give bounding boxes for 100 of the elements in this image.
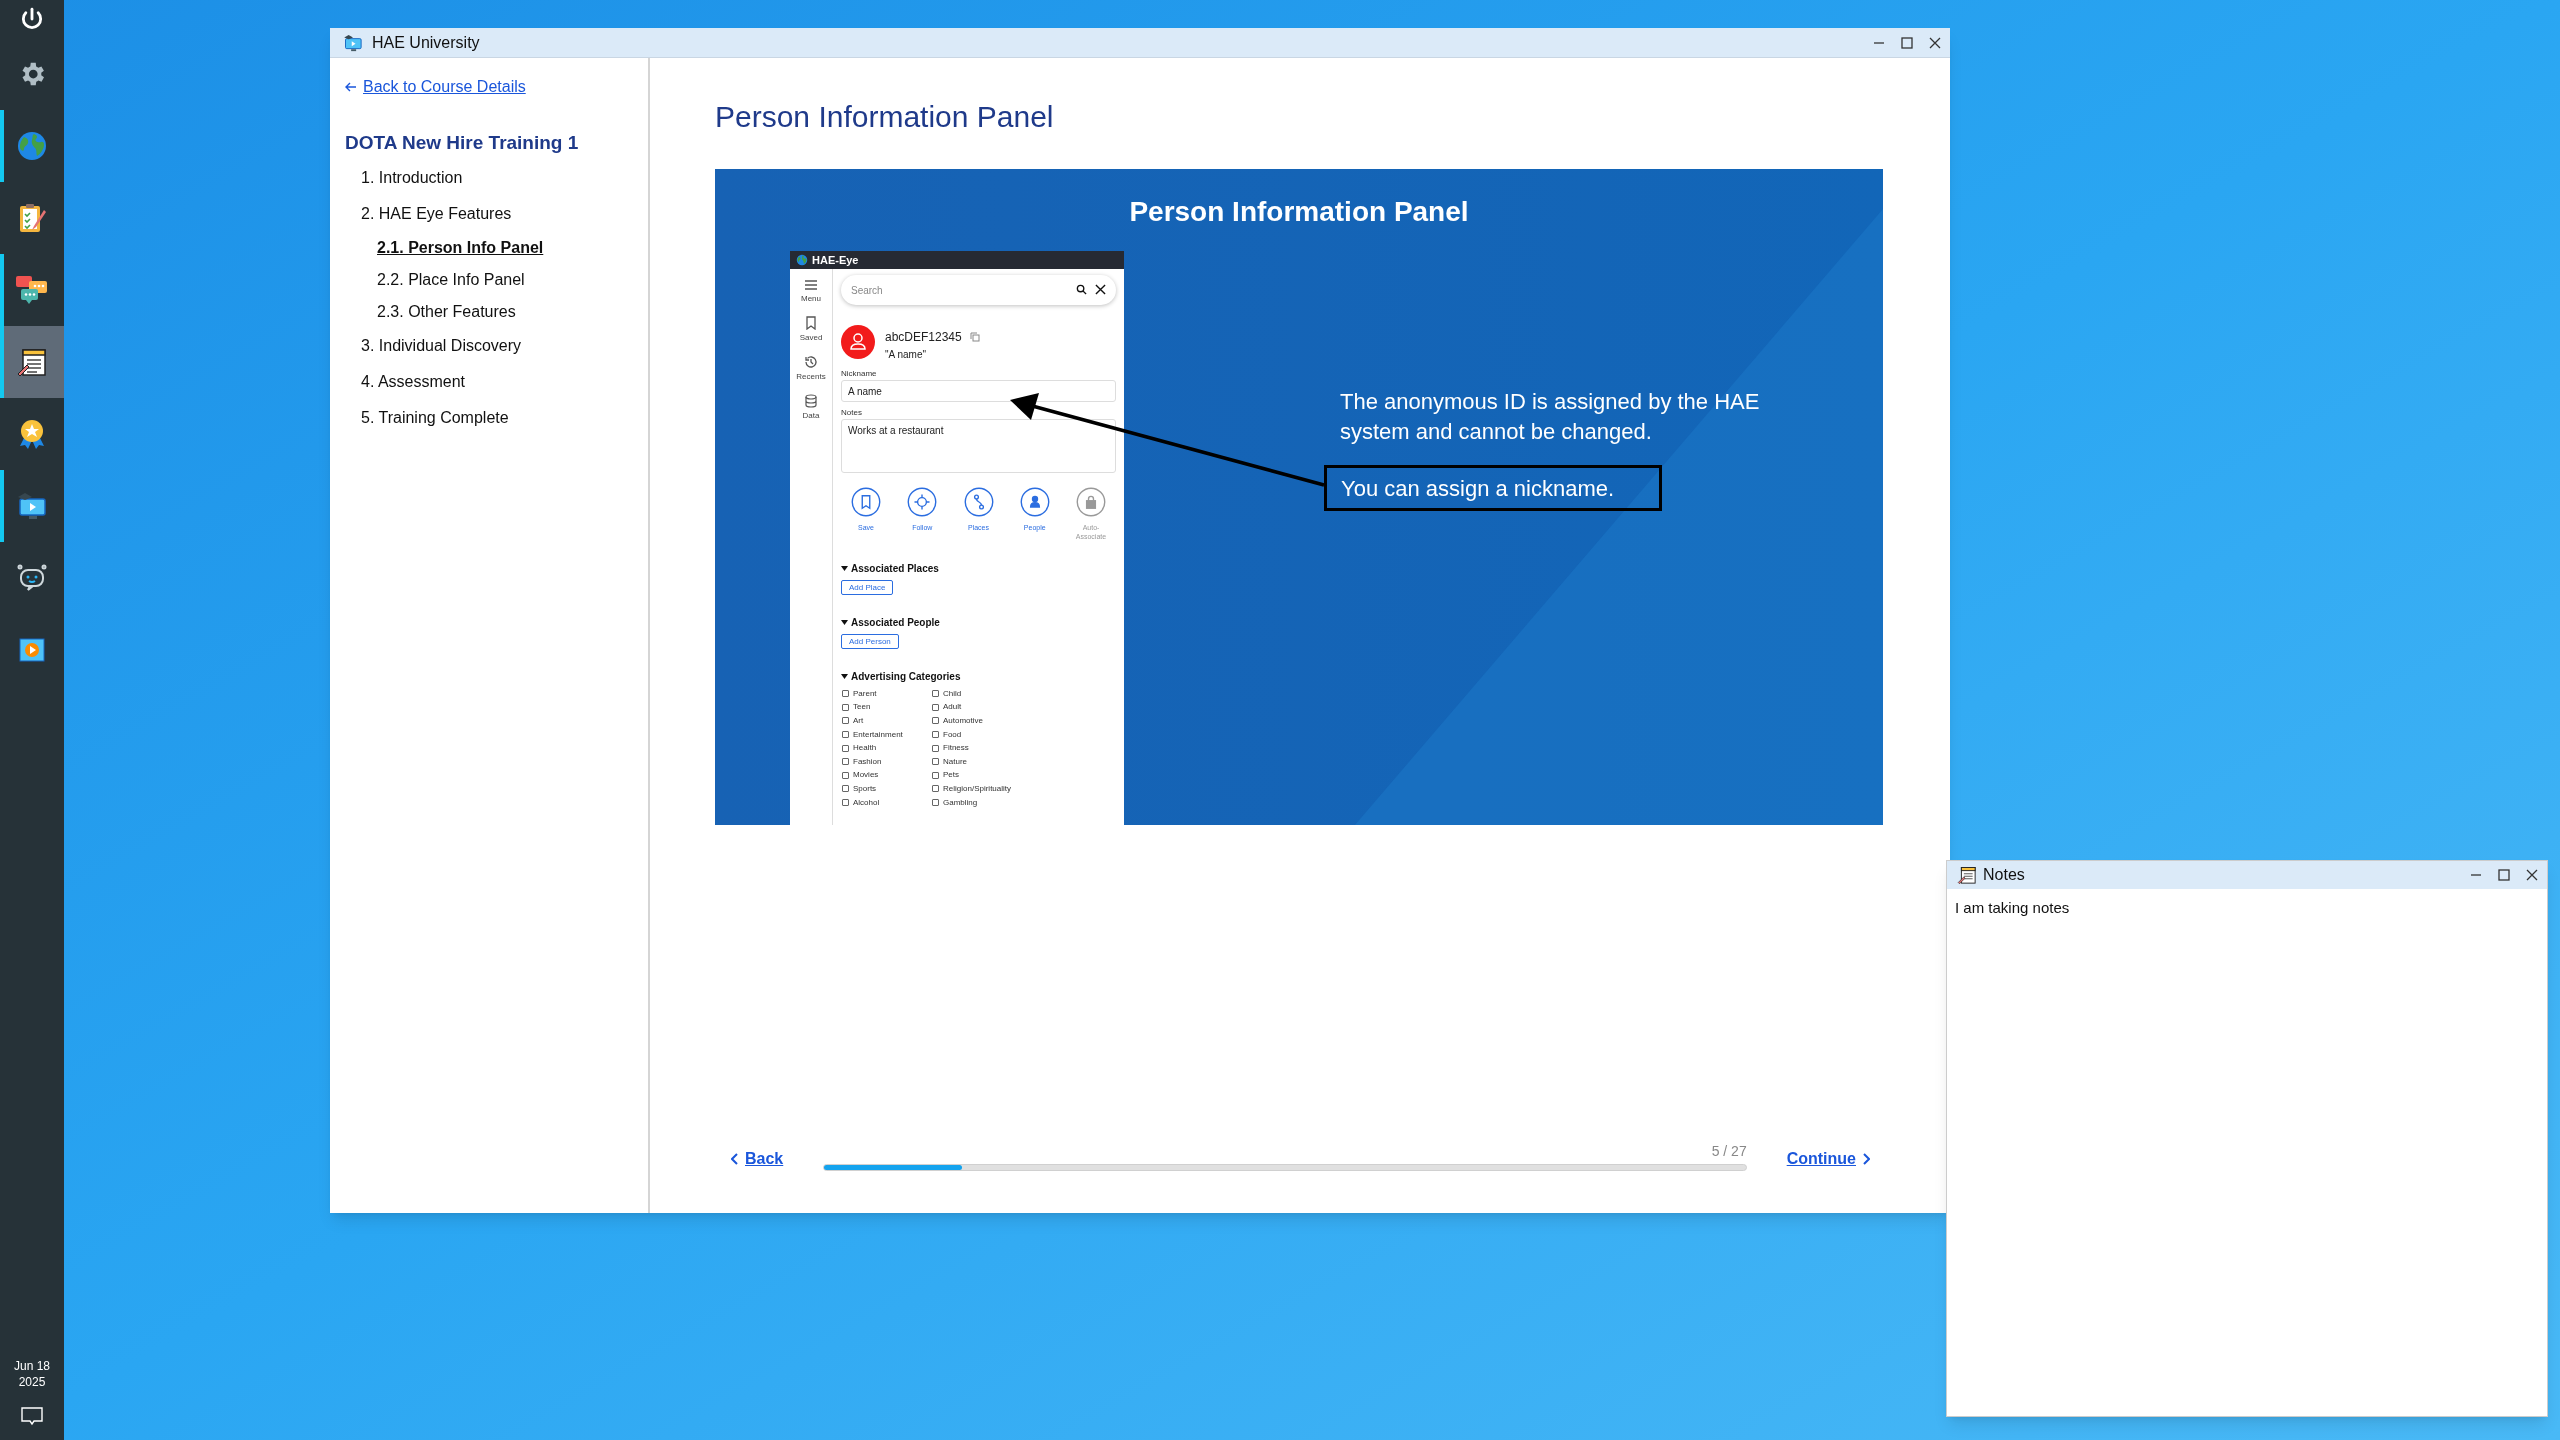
checkbox-label: Adult xyxy=(943,701,962,714)
robot-chat-icon[interactable] xyxy=(16,562,48,594)
checkbox-label: Parent xyxy=(853,687,877,700)
checkbox-label: Art xyxy=(853,715,864,727)
rail-button[interactable]: Data xyxy=(800,394,822,422)
rail-button[interactable]: Menu xyxy=(799,279,823,305)
outline-item[interactable]: 2.2. Place Info Panel xyxy=(377,263,525,296)
checkbox-label: Nature xyxy=(943,755,967,768)
checkbox[interactable] xyxy=(932,771,939,779)
checkbox[interactable] xyxy=(842,690,849,698)
notification-icon[interactable] xyxy=(20,1406,44,1426)
notepad-icon[interactable] xyxy=(16,346,48,378)
page-title: Person Information Panel xyxy=(715,99,1054,135)
checkbox-label: Sports xyxy=(853,782,877,795)
checkbox-label: Automotive xyxy=(943,715,984,727)
window-title: HAE University xyxy=(372,32,481,53)
add-button[interactable]: Add Person xyxy=(841,634,899,649)
continue-button[interactable]: Continue xyxy=(1786,1147,1870,1171)
page-count: 5 / 27 xyxy=(1711,1142,1747,1161)
checkbox-label: Fitness xyxy=(943,742,969,755)
checkbox[interactable] xyxy=(842,731,849,739)
checkbox[interactable] xyxy=(842,758,849,766)
close-icon[interactable] xyxy=(1928,35,1942,50)
year-text: 2025 xyxy=(17,1376,47,1388)
caret-icon[interactable] xyxy=(841,566,848,571)
callout-box: You can assign a nickname. xyxy=(1324,465,1662,511)
caret-icon[interactable] xyxy=(841,674,848,679)
add-button[interactable]: Add Place xyxy=(841,580,894,595)
checkbox[interactable] xyxy=(932,799,939,807)
checkbox[interactable] xyxy=(842,771,849,779)
avatar-icon xyxy=(841,325,875,359)
notes-text-area[interactable]: I am taking notes xyxy=(1947,889,2547,1416)
section-heading: Associated People xyxy=(851,616,940,630)
checkbox-label: Health xyxy=(853,742,877,755)
checkbox[interactable] xyxy=(932,744,939,752)
notepad-icon xyxy=(1957,865,1977,885)
back-link[interactable]: Back to Course Details xyxy=(345,75,648,99)
notes-field[interactable]: Works at a restaurant xyxy=(841,419,1116,473)
checkbox-label: Pets xyxy=(943,769,959,782)
close-icon[interactable] xyxy=(1095,284,1106,295)
nickname-text: "A name" xyxy=(885,348,927,362)
description-text: The anonymous ID is assigned by the HAE system and cannot be changed. xyxy=(1340,388,1761,446)
outline-item[interactable]: 2.3. Other Features xyxy=(377,295,516,328)
bookmark-icon xyxy=(805,316,817,330)
checkbox[interactable] xyxy=(842,799,849,807)
back-button[interactable]: Back xyxy=(731,1147,784,1171)
checkbox[interactable] xyxy=(932,785,939,793)
route-icon xyxy=(963,487,994,517)
rail-button[interactable]: Saved xyxy=(797,316,825,344)
checkbox-label: Teen xyxy=(853,701,871,714)
outline-item[interactable]: 1. Introduction xyxy=(361,159,463,196)
field-label: Notes xyxy=(841,407,863,419)
maximize-icon[interactable] xyxy=(2497,868,2511,882)
caret-icon[interactable] xyxy=(841,620,848,625)
maximize-icon[interactable] xyxy=(1900,35,1914,50)
power-icon[interactable] xyxy=(19,6,45,32)
checkbox[interactable] xyxy=(932,703,939,711)
app-icon xyxy=(342,32,364,53)
award-ribbon-icon[interactable] xyxy=(17,418,47,450)
outline-item[interactable]: 2. HAE Eye Features xyxy=(361,195,512,232)
search-icon[interactable] xyxy=(1076,284,1087,295)
checkbox[interactable] xyxy=(932,731,939,739)
chat-bubbles-icon[interactable] xyxy=(15,274,49,306)
nickname-field[interactable]: A name xyxy=(841,380,1116,402)
checkbox[interactable] xyxy=(842,785,849,793)
checkbox-label: Movies xyxy=(853,769,879,782)
globe-icon[interactable] xyxy=(16,130,48,162)
rail-button[interactable]: Recents xyxy=(794,355,828,383)
app-title: HAE-Eye xyxy=(812,252,859,268)
outline-item[interactable]: 3. Individual Discovery xyxy=(361,327,522,364)
bookmark-icon xyxy=(851,487,881,517)
outline-item[interactable]: 2.1. Person Info Panel xyxy=(377,231,544,264)
date-text: Jun 18 xyxy=(13,1360,51,1372)
monitor-play-icon[interactable] xyxy=(16,490,48,522)
clipboard-icon[interactable] xyxy=(17,202,47,234)
checkbox-label: Religion/Spirituality xyxy=(943,782,1012,795)
lock-icon xyxy=(1076,487,1106,517)
globe-icon xyxy=(796,254,808,266)
checkbox[interactable] xyxy=(932,690,939,698)
video-player-icon[interactable] xyxy=(17,635,47,665)
chevron-left-icon xyxy=(731,1153,739,1165)
menu-icon xyxy=(804,279,818,291)
person-icon xyxy=(1019,487,1050,517)
checkbox-label: Fashion xyxy=(853,755,882,768)
outline-item[interactable]: 5. Training Complete xyxy=(361,399,509,436)
database-icon xyxy=(805,394,817,408)
checkbox[interactable] xyxy=(932,717,939,725)
window-title: Notes xyxy=(1983,865,2026,885)
checkbox[interactable] xyxy=(842,703,849,711)
close-icon[interactable] xyxy=(2525,868,2539,882)
checkbox[interactable] xyxy=(842,717,849,725)
checkbox[interactable] xyxy=(932,758,939,766)
section-heading: Associated Places xyxy=(851,562,939,576)
checkbox-label: Gambling xyxy=(943,796,978,809)
outline-item[interactable]: 4. Assessment xyxy=(361,363,466,400)
course-title: DOTA New Hire Training 1 xyxy=(345,131,580,155)
search-field[interactable]: Search xyxy=(841,275,1116,305)
checkbox-label: Alcohol xyxy=(853,796,880,809)
chevron-right-icon xyxy=(1862,1153,1870,1165)
checkbox[interactable] xyxy=(842,744,849,752)
